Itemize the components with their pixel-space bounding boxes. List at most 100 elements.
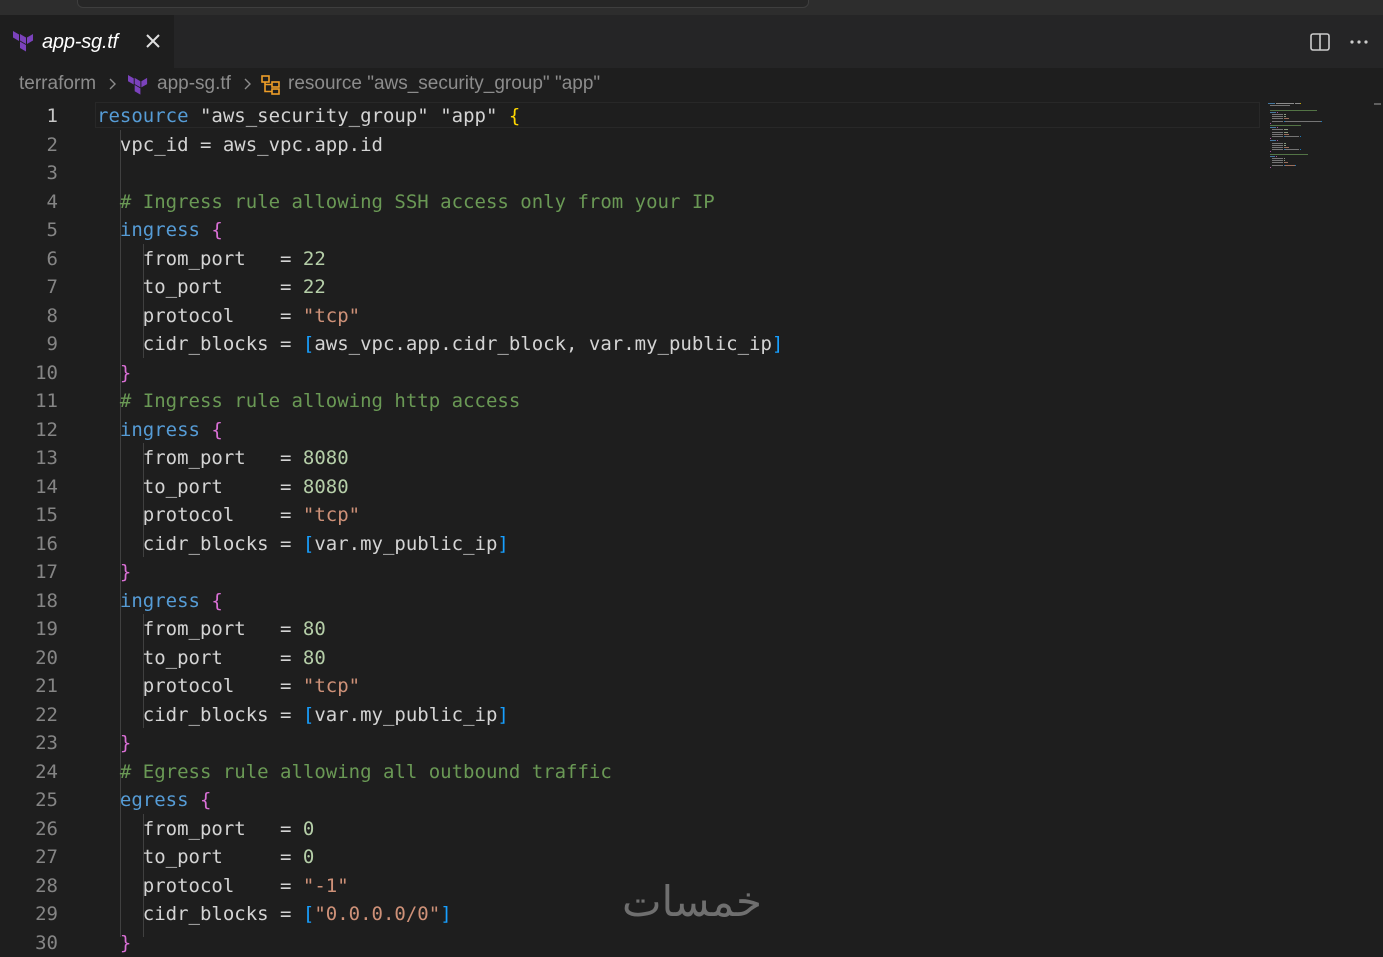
line-number: 23 xyxy=(0,729,58,758)
code-line[interactable]: 9 cidr_blocks = [aws_vpc.app.cidr_block,… xyxy=(0,330,1383,359)
code-line[interactable]: 12 ingress { xyxy=(0,416,1383,445)
code-line[interactable]: 26 from_port = 0 xyxy=(0,815,1383,844)
minimap-line xyxy=(1321,121,1322,122)
code-text: to_port = 22 xyxy=(97,273,326,302)
minimap-line xyxy=(1272,132,1284,133)
token: # Ingress rule allowing http access xyxy=(120,390,520,412)
minimap-line xyxy=(1300,149,1301,150)
split-editor-icon[interactable] xyxy=(1309,31,1331,53)
code-line[interactable]: 14 to_port = 8080 xyxy=(0,473,1383,502)
minimap-line xyxy=(1272,165,1284,166)
line-number: 17 xyxy=(0,558,58,587)
breadcrumb-folder[interactable]: terraform xyxy=(19,73,96,95)
code-text: to_port = 0 xyxy=(97,843,314,872)
minimap-line xyxy=(1285,121,1321,122)
minimap-line xyxy=(1284,129,1288,130)
line-number: 28 xyxy=(0,872,58,901)
minimap-line xyxy=(1272,158,1284,159)
token: "aws_security_group" xyxy=(200,105,429,127)
minimap-line xyxy=(1270,154,1309,155)
tab-app-sg-tf[interactable]: app-sg.tf xyxy=(0,15,174,69)
token: protocol = xyxy=(97,504,303,526)
minimap-line xyxy=(1270,151,1271,152)
token: { xyxy=(211,590,222,612)
line-number: 12 xyxy=(0,416,58,445)
minimap[interactable] xyxy=(1262,102,1368,172)
code-line[interactable]: 5 ingress { xyxy=(0,216,1383,245)
code-line[interactable]: 27 to_port = 0 xyxy=(0,843,1383,872)
code-line[interactable]: 8 protocol = "tcp" xyxy=(0,302,1383,331)
svg-text:خمسات: خمسات xyxy=(622,877,762,926)
code-line[interactable]: 21 protocol = "tcp" xyxy=(0,672,1383,701)
code-line[interactable]: 15 protocol = "tcp" xyxy=(0,501,1383,530)
token: var.my_public_ip xyxy=(314,704,497,726)
minimap-line xyxy=(1272,134,1284,135)
close-icon[interactable] xyxy=(143,31,163,51)
code-line[interactable]: 30 } xyxy=(0,929,1383,957)
code-line[interactable]: 22 cidr_blocks = [var.my_public_ip] xyxy=(0,701,1383,730)
code-line[interactable]: 3 xyxy=(0,159,1383,188)
code-line[interactable]: 17 } xyxy=(0,558,1383,587)
minimap-line xyxy=(1277,140,1278,141)
token: "tcp" xyxy=(303,305,360,327)
code-line[interactable]: 1resource "aws_security_group" "app" { xyxy=(0,102,1383,131)
code-text: # Ingress rule allowing SSH access only … xyxy=(97,188,715,217)
code-text: protocol = "tcp" xyxy=(97,672,360,701)
minimap-line xyxy=(1272,143,1284,144)
line-number: 22 xyxy=(0,701,58,730)
token: } xyxy=(120,932,131,954)
code-line[interactable]: 7 to_port = 22 xyxy=(0,273,1383,302)
token: 80 xyxy=(303,647,326,669)
code-text: to_port = 80 xyxy=(97,644,326,673)
token: from_port = xyxy=(97,818,303,840)
code-text: } xyxy=(97,359,131,388)
code-line[interactable]: 24 # Egress rule allowing all outbound t… xyxy=(0,758,1383,787)
code-line[interactable]: 23 } xyxy=(0,729,1383,758)
token: { xyxy=(200,789,211,811)
code-line[interactable]: 16 cidr_blocks = [var.my_public_ip] xyxy=(0,530,1383,559)
code-text: cidr_blocks = [var.my_public_ip] xyxy=(97,701,509,730)
token: "0.0.0.0/0" xyxy=(314,903,440,925)
code-line[interactable]: 20 to_port = 80 xyxy=(0,644,1383,673)
token xyxy=(97,932,120,954)
code-line[interactable]: 4 # Ingress rule allowing SSH access onl… xyxy=(0,188,1383,217)
breadcrumb-symbol[interactable]: resource "aws_security_group" "app" xyxy=(288,73,600,95)
minimap-line xyxy=(1272,114,1284,115)
code-line[interactable]: 6 from_port = 22 xyxy=(0,245,1383,274)
token: 22 xyxy=(303,276,326,298)
minimap-line xyxy=(1276,156,1277,157)
command-center[interactable] xyxy=(77,0,809,8)
code-line[interactable]: 19 from_port = 80 xyxy=(0,615,1383,644)
code-line[interactable]: 10 } xyxy=(0,359,1383,388)
code-line[interactable]: 2 vpc_id = aws_vpc.app.id xyxy=(0,131,1383,160)
token: cidr_blocks = xyxy=(97,704,303,726)
code-editor[interactable]: 1resource "aws_security_group" "app" {2 … xyxy=(0,102,1383,937)
token: resource xyxy=(97,105,189,127)
minimap-line xyxy=(1284,158,1285,159)
minimap-line xyxy=(1270,127,1276,128)
breadcrumb-file[interactable]: app-sg.tf xyxy=(157,73,231,95)
minimap-line xyxy=(1276,103,1294,104)
code-line[interactable]: 13 from_port = 8080 xyxy=(0,444,1383,473)
chevron-right-icon xyxy=(106,77,120,91)
minimap-line xyxy=(1284,147,1289,148)
code-text: from_port = 80 xyxy=(97,615,326,644)
token: { xyxy=(211,219,222,241)
symbol-structure-icon xyxy=(260,74,282,96)
token xyxy=(97,362,120,384)
line-number: 29 xyxy=(0,900,58,929)
code-line[interactable]: 25 egress { xyxy=(0,786,1383,815)
token: # Ingress rule allowing SSH access only … xyxy=(120,191,715,213)
more-actions-icon[interactable] xyxy=(1348,31,1370,53)
token: } xyxy=(120,362,131,384)
line-number: 26 xyxy=(0,815,58,844)
minimap-line xyxy=(1270,125,1302,126)
code-text: protocol = "-1" xyxy=(97,872,349,901)
token xyxy=(97,732,120,754)
vertical-scrollbar[interactable] xyxy=(1368,102,1383,937)
code-text: # Egress rule allowing all outbound traf… xyxy=(97,758,612,787)
token xyxy=(97,419,120,441)
line-number: 30 xyxy=(0,929,58,957)
code-line[interactable]: 18 ingress { xyxy=(0,587,1383,616)
code-line[interactable]: 11 # Ingress rule allowing http access xyxy=(0,387,1383,416)
